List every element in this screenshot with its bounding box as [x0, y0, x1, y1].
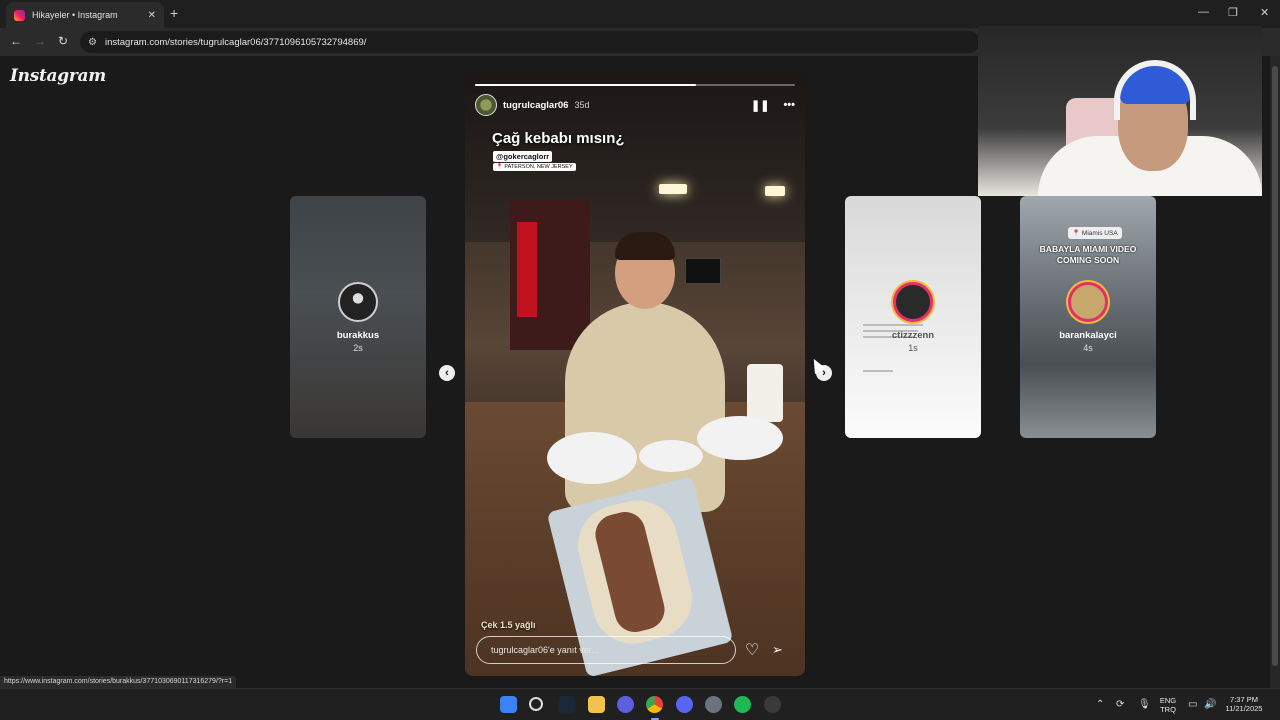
spotify-icon[interactable]: [734, 696, 751, 713]
side-story-barankalayci[interactable]: 📍 Miamis USA BABAYLA MIAMI VIDEO COMING …: [1020, 196, 1156, 438]
story-username[interactable]: tugrulcaglar06: [503, 100, 568, 111]
story-mention-sticker[interactable]: @gokercaglorr: [493, 151, 553, 162]
story-photo-person-hair: [615, 232, 675, 260]
story-location-sticker[interactable]: 📍 PATERSON, NEW JERSEY: [493, 163, 576, 171]
tab-close-icon[interactable]: ✕: [148, 10, 156, 21]
avatar: [1068, 282, 1108, 322]
browser-tab[interactable]: Hikayeler • Instagram ✕: [6, 2, 164, 28]
side-story-burakkus[interactable]: burakkus 2s: [290, 196, 426, 438]
story-photo-plate: [639, 440, 703, 472]
ceiling-light: [765, 186, 785, 196]
side-story-age: 4s: [1083, 343, 1093, 353]
scrollbar-thumb[interactable]: [1272, 66, 1278, 666]
side-story-age: 2s: [353, 343, 363, 353]
maximize-button[interactable]: ❐: [1228, 6, 1238, 19]
instagram-logo[interactable]: Instagram: [10, 66, 106, 86]
instagram-favicon-icon: [14, 9, 25, 21]
story-photo-plate: [547, 432, 637, 484]
close-window-button[interactable]: ✕: [1260, 6, 1269, 19]
chevron-up-icon[interactable]: ⌃: [1096, 699, 1104, 710]
story-location-sticker: 📍 Miamis USA: [1068, 227, 1122, 239]
clock[interactable]: 7:37 PM 11/21/2025: [1222, 695, 1266, 713]
site-info-icon[interactable]: ⚙: [88, 37, 97, 48]
side-story-ctizzzenn[interactable]: ctizzzenn 1s: [845, 196, 981, 438]
start-icon[interactable]: [500, 696, 517, 713]
more-options-icon[interactable]: •••: [783, 99, 795, 111]
status-bar-url: https://www.instagram.com/stories/burakk…: [0, 676, 237, 688]
language-indicator[interactable]: ENG TRQ: [1156, 696, 1180, 714]
forward-icon[interactable]: →: [34, 34, 46, 48]
avatar: [893, 282, 933, 322]
webcam-overlay: [978, 26, 1262, 196]
story-caption: Çağ kebabı mısın¿: [492, 130, 625, 147]
doc-line: [863, 324, 923, 326]
side-story-username: burakkus: [336, 330, 380, 341]
clock-date: 11/21/2025: [1225, 704, 1263, 713]
network-icon[interactable]: ▭: [1188, 699, 1197, 710]
steam-icon[interactable]: [558, 696, 575, 713]
story-photo-sign: [517, 222, 537, 317]
avatar[interactable]: [475, 94, 497, 116]
story-photo-plate: [697, 416, 783, 460]
clock-time: 7:37 PM: [1230, 695, 1258, 704]
back-icon[interactable]: ←: [10, 34, 22, 48]
page-scrollbar[interactable]: [1270, 56, 1280, 688]
discord-icon[interactable]: [676, 696, 693, 713]
settings-icon[interactable]: [705, 696, 722, 713]
heart-icon[interactable]: ♡: [745, 640, 759, 660]
windows-taskbar: ⌃ ⟳ 🎙 ENG TRQ ▭ 🔊 7:37 PM 11/21/2025: [0, 688, 1280, 720]
story-progress-bar: [475, 84, 795, 86]
language-top: ENG: [1159, 696, 1177, 705]
app-icon[interactable]: [764, 696, 781, 713]
language-bottom: TRQ: [1160, 705, 1176, 714]
sync-icon[interactable]: ⟳: [1116, 699, 1124, 710]
minimize-button[interactable]: —: [1198, 6, 1209, 18]
avatar: [338, 282, 378, 322]
search-icon[interactable]: [529, 697, 543, 711]
reload-icon[interactable]: ↻: [58, 34, 68, 48]
tab-title: Hikayeler • Instagram: [32, 10, 118, 20]
send-icon[interactable]: ➢: [772, 642, 783, 658]
story-age: 35d: [574, 100, 590, 110]
story-overlay-text: Çek 1.5 yağlı: [481, 620, 536, 630]
previous-story-button[interactable]: ‹: [439, 365, 455, 381]
ceiling-light: [659, 184, 687, 194]
side-story-username: ctizzzenn: [891, 330, 935, 341]
story-progress-fill: [475, 84, 696, 86]
doc-line: [863, 370, 893, 372]
active-story[interactable]: tugrulcaglar06 35d ❚❚ ••• Çağ kebabı mıs…: [465, 72, 805, 676]
story-photo-tv: [685, 258, 721, 284]
reply-input[interactable]: tugrulcaglar06'e yanıt ver...: [476, 636, 736, 664]
story-photo-glass: [747, 364, 783, 422]
story-header: tugrulcaglar06 35d ❚❚ •••: [475, 94, 795, 116]
new-tab-button[interactable]: +: [170, 5, 178, 21]
app-icon[interactable]: [617, 696, 634, 713]
chrome-icon[interactable]: [646, 696, 663, 713]
file-explorer-icon[interactable]: [588, 696, 605, 713]
browser-tab-bar: Hikayeler • Instagram ✕ + — ❐ ✕: [0, 0, 1280, 28]
volume-icon[interactable]: 🔊: [1204, 699, 1216, 710]
address-bar[interactable]: ⚙ instagram.com/stories/tugrulcaglar06/3…: [80, 31, 980, 53]
url-text: instagram.com/stories/tugrulcaglar06/377…: [104, 36, 367, 48]
story-overlay-text: BABAYLA MIAMI VIDEO COMING SOON: [1039, 244, 1137, 265]
side-story-age: 1s: [908, 343, 918, 353]
pause-icon[interactable]: ❚❚: [751, 99, 769, 112]
side-story-username: barankalayci: [1059, 330, 1117, 341]
webcam-headset: [1114, 60, 1196, 120]
microphone-icon[interactable]: 🎙: [1138, 699, 1151, 710]
